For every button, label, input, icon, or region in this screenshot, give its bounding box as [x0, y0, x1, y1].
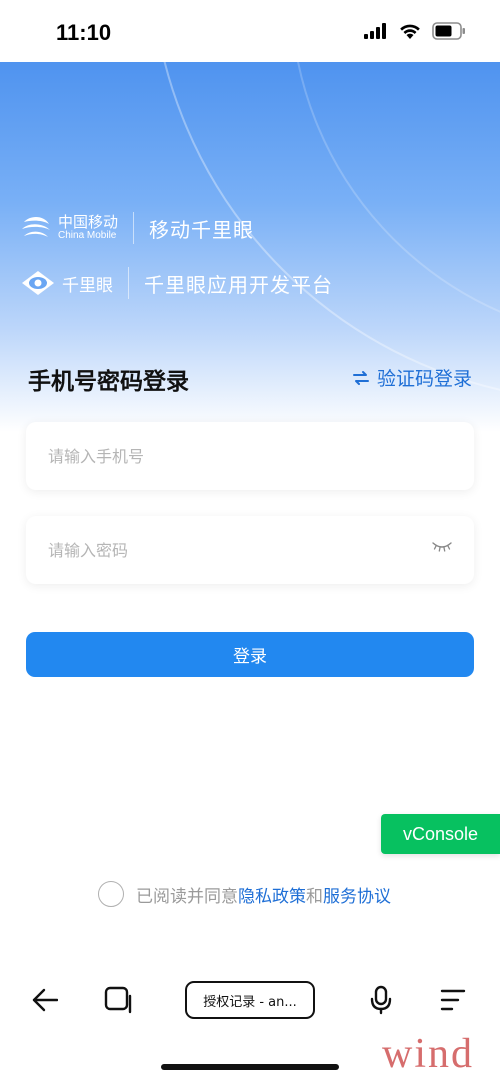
microphone-icon[interactable] — [370, 985, 392, 1015]
china-mobile-wordmark: 中国移动 China Mobile — [58, 214, 118, 242]
status-time: 11:10 — [56, 20, 112, 45]
vconsole-button[interactable]: vConsole — [381, 814, 500, 854]
agreement-checkbox[interactable] — [98, 881, 124, 907]
brand-row-platform: 千里眼 千里眼应用开发平台 — [20, 267, 333, 299]
watermark: wind — [382, 1031, 474, 1077]
login-button[interactable]: 登录 — [26, 632, 474, 677]
login-title: 手机号密码登录 — [28, 369, 189, 395]
product-name: 移动千里眼 — [149, 217, 255, 242]
agreement-prefix: 已阅读并同意 — [136, 886, 238, 907]
qianliyan-logo-icon — [22, 271, 54, 295]
brand-divider — [128, 267, 129, 299]
current-tab-pill[interactable]: 授权记录 - an... — [185, 981, 315, 1019]
company-name-en: China Mobile — [58, 230, 117, 241]
agreement-conjunction: 和 — [306, 886, 323, 907]
company-name-cn: 中国移动 — [58, 213, 119, 231]
agreement-row: 已阅读并同意 隐私政策 和 服务协议 — [98, 881, 391, 907]
back-arrow-icon[interactable] — [32, 988, 58, 1012]
switch-login-label: 验证码登录 — [376, 368, 472, 390]
password-input[interactable] — [26, 516, 474, 584]
brand-row-china-mobile: 中国移动 China Mobile 移动千里眼 — [20, 212, 254, 244]
menu-icon[interactable] — [440, 988, 466, 1012]
tabs-icon[interactable] — [104, 986, 132, 1014]
china-mobile-logo-icon — [22, 216, 50, 237]
password-field-container — [26, 516, 474, 584]
status-bar: 11:10 — [0, 0, 500, 62]
service-agreement-link[interactable]: 服务协议 — [323, 882, 391, 907]
switch-to-sms-login-link[interactable]: 验证码登录 — [352, 364, 472, 391]
phone-field-container — [26, 422, 474, 490]
wifi-icon — [400, 24, 420, 39]
swap-arrows-icon — [352, 370, 369, 385]
battery-icon — [432, 22, 465, 40]
platform-name: 千里眼应用开发平台 — [144, 272, 333, 297]
privacy-policy-link[interactable]: 隐私政策 — [238, 882, 306, 907]
eye-closed-icon[interactable] — [432, 540, 452, 554]
cellular-signal-icon — [364, 23, 386, 39]
brand-divider — [133, 212, 135, 244]
platform-logo-text: 千里眼 — [62, 275, 113, 296]
browser-toolbar: 授权记录 - an... — [0, 968, 500, 1032]
status-icons — [364, 22, 466, 40]
phone-input[interactable] — [26, 422, 474, 490]
home-indicator[interactable] — [161, 1064, 339, 1070]
